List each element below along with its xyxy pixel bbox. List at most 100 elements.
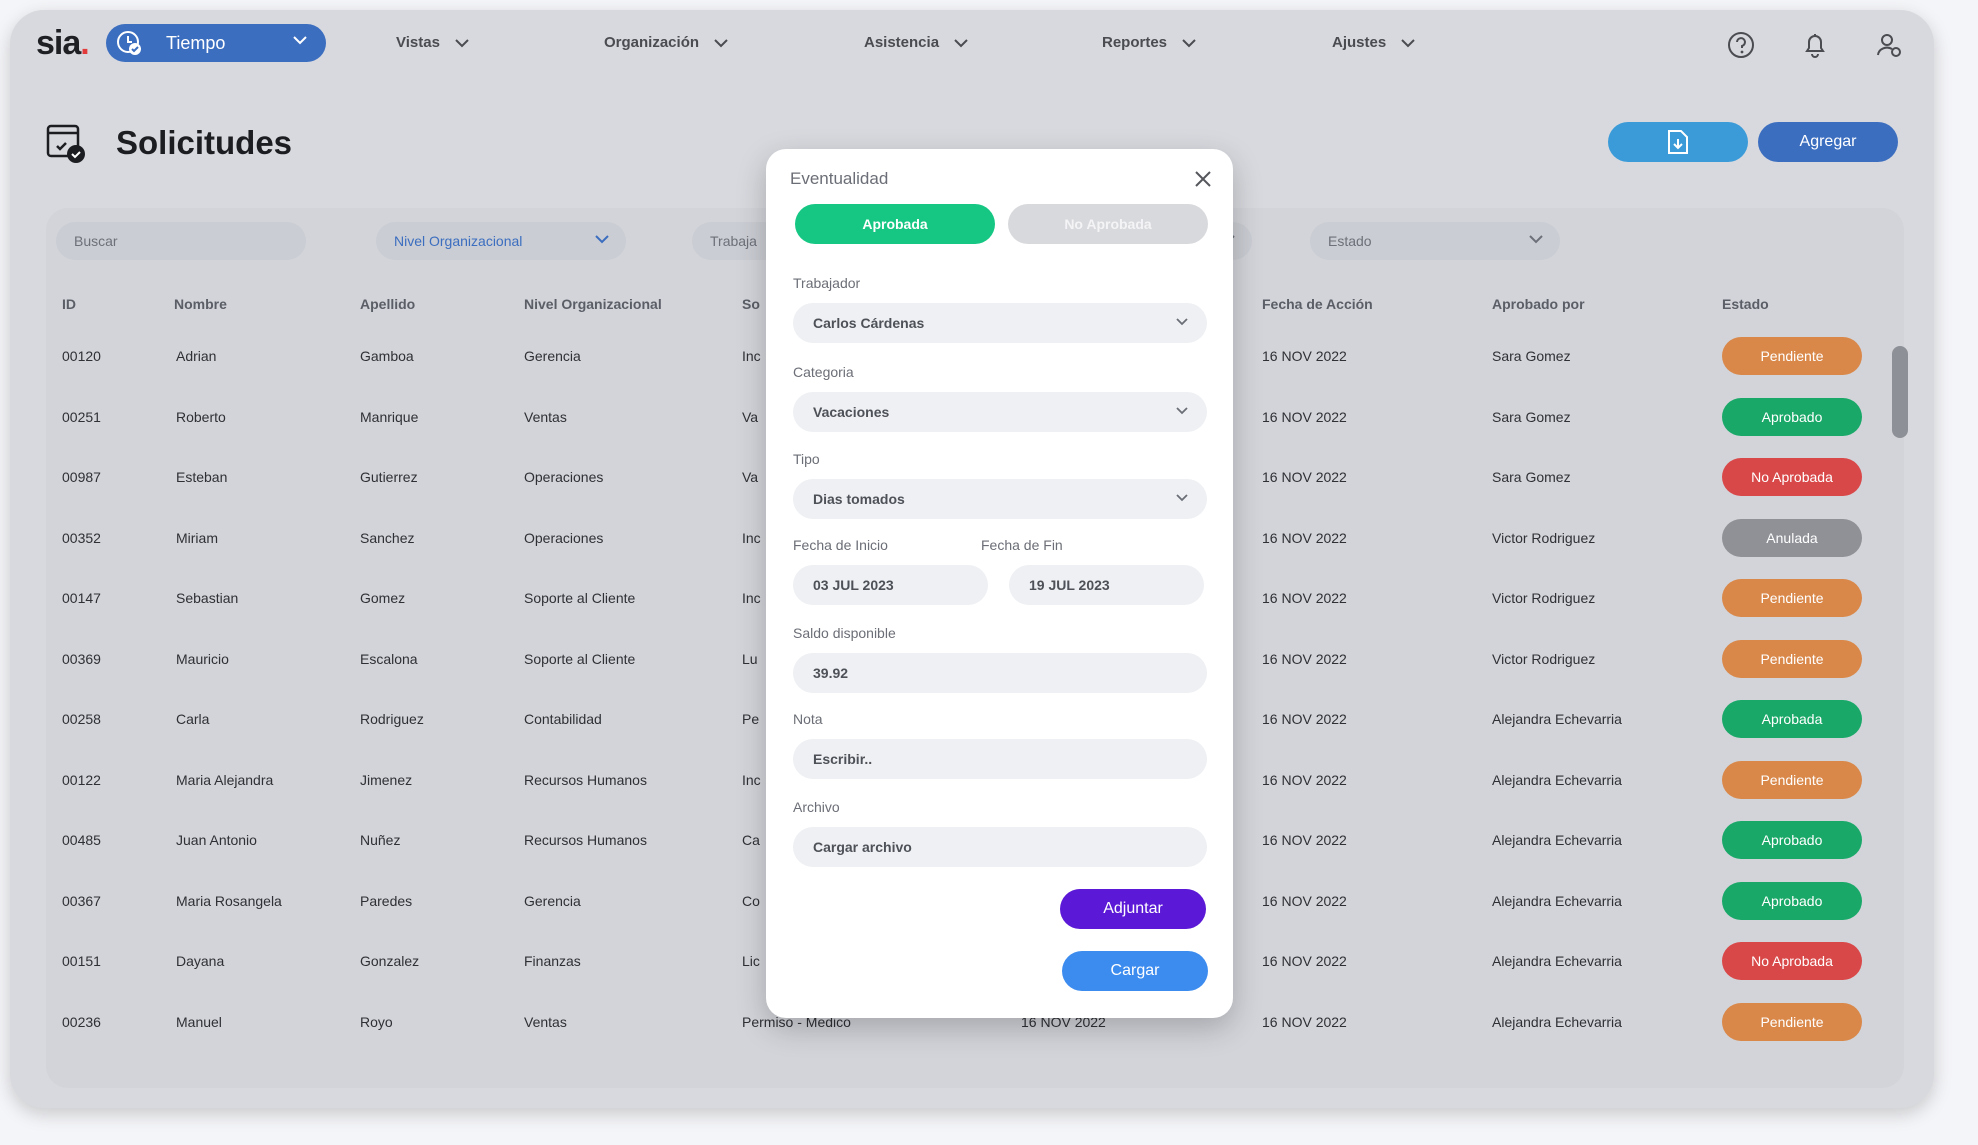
cell-nombre: Juan Antonio <box>176 832 257 848</box>
cell-nivel: Operaciones <box>524 469 604 485</box>
menu-vistas[interactable]: Vistas <box>396 34 470 51</box>
top-nav: sia. Tiempo Vistas Organización Asistenc… <box>10 10 1934 90</box>
menu-reportes[interactable]: Reportes <box>1102 34 1197 51</box>
status-badge: No Aprobada <box>1722 942 1862 980</box>
column-header-apellido[interactable]: Apellido <box>360 296 415 312</box>
close-icon[interactable] <box>1193 169 1213 189</box>
status-badge: Pendiente <box>1722 579 1862 617</box>
segment-aprobada[interactable]: Aprobada <box>795 204 995 244</box>
trabajador-select[interactable]: Carlos Cárdenas <box>793 303 1207 343</box>
cell-nombre: Dayana <box>176 953 225 969</box>
add-button[interactable]: Agregar <box>1758 122 1898 162</box>
cargar-button[interactable]: Cargar <box>1062 951 1208 991</box>
fecha-inicio-input[interactable]: 03 JUL 2023 <box>793 565 988 605</box>
chevron-down-icon <box>1176 494 1188 502</box>
menu-label: Asistencia <box>864 34 940 51</box>
cell-id: 00251 <box>62 408 101 425</box>
cell-nivel: Contabilidad <box>524 711 602 727</box>
cell-id: 00151 <box>62 953 101 969</box>
cell-nivel: Gerencia <box>524 348 581 364</box>
cell-apellido: Escalona <box>360 650 418 667</box>
cell-sol: Lu <box>742 650 758 667</box>
fecha-fin-input[interactable]: 19 JUL 2023 <box>1009 565 1204 605</box>
chevron-down-icon <box>1529 235 1543 244</box>
cell-id: 00352 <box>62 529 101 546</box>
cell-aprobado: Sara Gomez <box>1492 408 1571 425</box>
cell-fecha: 16 NOV 2022 <box>1262 953 1347 969</box>
cell-aprobado: Victor Rodriguez <box>1492 650 1596 667</box>
cell-fecha: 16 NOV 2022 <box>1262 771 1347 788</box>
status-badge: Pendiente <box>1722 760 1862 799</box>
status-badge: Pendiente <box>1722 337 1862 375</box>
export-button[interactable] <box>1608 122 1748 162</box>
column-header-id[interactable]: ID <box>62 296 76 312</box>
cell-nivel: Ventas <box>524 408 567 425</box>
nota-input[interactable]: Escribir.. <box>793 739 1207 779</box>
cell-nombre: Roberto <box>176 408 226 425</box>
menu-label: Organización <box>604 34 700 51</box>
cell-nombre: Manuel <box>176 1013 222 1030</box>
cell-apellido: Gutierrez <box>360 469 418 485</box>
cell-fecha: 16 NOV 2022 <box>1262 529 1347 546</box>
menu-asistencia[interactable]: Asistencia <box>864 34 969 51</box>
saldo-label: Saldo disponible <box>793 625 896 641</box>
cell-nombre: Miriam <box>176 529 218 546</box>
cell-fecha: 16 NOV 2022 <box>1262 650 1347 667</box>
cell-nivel: Gerencia <box>524 892 581 909</box>
trabajador-label: Trabajador <box>793 275 861 291</box>
column-header-nivel[interactable]: Nivel Organizacional <box>524 296 662 312</box>
filter-estado[interactable]: Estado <box>1310 222 1560 260</box>
archivo-input[interactable]: Cargar archivo <box>793 827 1207 867</box>
adjuntar-button[interactable]: Adjuntar <box>1060 889 1206 929</box>
segment-no-aprobada[interactable]: No Aprobada <box>1008 204 1208 244</box>
cell-fecha: 16 NOV 2022 <box>1262 832 1347 848</box>
cell-apellido: Gomez <box>360 590 406 606</box>
cell-apellido: Sanchez <box>360 529 415 546</box>
cell-aprobado: Alejandra Echevarria <box>1492 1013 1622 1030</box>
cell-nombre: Carla <box>176 711 210 727</box>
cell-fecha: 16 NOV 2022 <box>1262 590 1347 606</box>
cell-sol: Inc <box>742 529 761 546</box>
column-header-aprobado-por[interactable]: Aprobado por <box>1492 296 1585 312</box>
column-header-fecha-accion[interactable]: Fecha de Acción <box>1262 296 1373 312</box>
bell-icon[interactable] <box>1800 30 1830 60</box>
cell-nivel: Recursos Humanos <box>524 771 647 788</box>
cell-nombre: Maria Rosangela <box>176 892 282 909</box>
page-title: Solicitudes <box>116 124 293 161</box>
tipo-label: Tipo <box>793 451 820 467</box>
cell-apellido: Paredes <box>360 892 413 909</box>
tipo-select[interactable]: Dias tomados <box>793 479 1207 519</box>
menu-ajustes[interactable]: Ajustes <box>1332 34 1416 51</box>
saldo-field: 39.92 <box>793 653 1207 693</box>
cell-apellido: Rodriguez <box>360 711 424 727</box>
logo[interactable]: sia. <box>36 24 90 63</box>
chevron-down-icon <box>595 235 609 244</box>
module-selector[interactable]: Tiempo <box>106 24 326 62</box>
column-header-nombre[interactable]: Nombre <box>174 296 227 312</box>
cell-apellido: Nuñez <box>360 832 401 848</box>
cell-id: 00369 <box>62 650 101 667</box>
modal-title: Eventualidad <box>790 169 889 188</box>
cell-aprobado: Alejandra Echevarria <box>1492 953 1622 969</box>
user-settings-icon[interactable] <box>1874 30 1904 60</box>
status-badge: Pendiente <box>1722 639 1862 678</box>
filter-nivel-organizacional[interactable]: Nivel Organizacional <box>376 222 626 260</box>
fecha-fin-label: Fecha de Fin <box>981 537 1063 553</box>
column-header-estado[interactable]: Estado <box>1722 296 1769 312</box>
cell-id: 00236 <box>62 1013 101 1030</box>
cell-nombre: Esteban <box>176 469 228 485</box>
help-icon[interactable] <box>1726 30 1756 60</box>
cell-apellido: Manrique <box>360 408 419 425</box>
archivo-label: Archivo <box>793 799 840 815</box>
menu-organizacion[interactable]: Organización <box>604 34 729 51</box>
chevron-down-icon <box>954 38 968 47</box>
status-badge: Aprobada <box>1722 700 1862 738</box>
column-header-solicitud[interactable]: So <box>742 296 760 312</box>
clock-check-icon <box>117 31 141 55</box>
categoria-select[interactable]: Vacaciones <box>793 392 1207 432</box>
cell-aprobado: Victor Rodriguez <box>1492 590 1596 606</box>
cell-aprobado: Sara Gomez <box>1492 469 1571 485</box>
logo-text: sia <box>36 24 81 62</box>
table-scrollbar[interactable] <box>1892 346 1908 438</box>
search-input[interactable]: Buscar <box>56 222 306 260</box>
